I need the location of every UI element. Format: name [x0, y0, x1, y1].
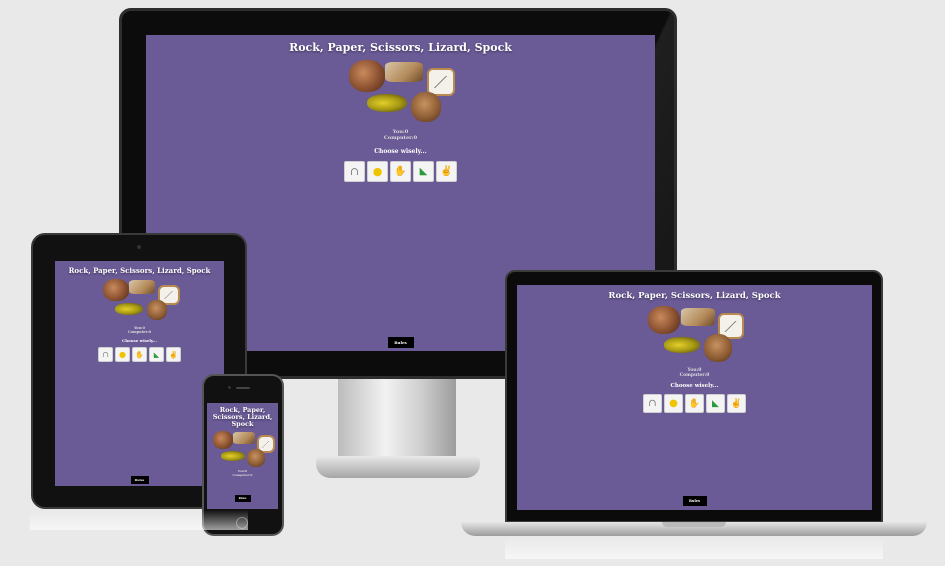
- responsive-mockup: Rock, Paper, Scissors, Lizard, Spock You…: [0, 0, 945, 566]
- phone-speaker: [236, 387, 250, 389]
- choose-prompt: Choose wisely...: [374, 147, 427, 155]
- monitor-stand: [338, 379, 456, 459]
- paper-button[interactable]: ✋: [685, 394, 704, 414]
- rules-button[interactable]: Rules: [682, 496, 707, 506]
- scissors-icon: ✌: [730, 398, 743, 409]
- rock-icon: ●: [669, 398, 678, 410]
- lizard-button[interactable]: ◣: [149, 347, 164, 363]
- rules-button[interactable]: Rules: [130, 476, 149, 484]
- spock-button[interactable]: ∩: [98, 347, 113, 363]
- lizard-button[interactable]: ◣: [413, 160, 434, 182]
- scissors-button[interactable]: ✌: [436, 160, 457, 182]
- lizard-icon: ◣: [712, 398, 719, 409]
- laptop-screen: Rock, Paper, Scissors, Lizard, Spock You…: [517, 285, 872, 510]
- monitor-stand-base: [316, 456, 480, 478]
- tablet-screen: Rock, Paper, Scissors, Lizard, Spock You…: [55, 261, 224, 486]
- game-title: Rock, Paper, Scissors, Lizard, Spock: [68, 266, 211, 275]
- rock-icon: ●: [372, 164, 383, 178]
- paper-button[interactable]: ✋: [132, 347, 147, 363]
- spock-icon: ∩: [102, 350, 109, 360]
- game-collage-image: [647, 306, 744, 362]
- game-title-mobile: Rock, Paper, Scissors, Lizard, Spock: [212, 406, 273, 429]
- rock-button[interactable]: ●: [115, 347, 130, 363]
- scissors-button[interactable]: ✌: [727, 394, 746, 414]
- tablet-camera: [137, 245, 141, 249]
- game-collage-image: [348, 60, 455, 122]
- lizard-icon: ◣: [419, 165, 428, 177]
- choose-prompt: Choose wisely...: [122, 338, 157, 344]
- scissors-icon: ✌: [169, 350, 178, 359]
- computer-score: Computer:0: [383, 134, 418, 141]
- spock-icon: ∩: [648, 398, 657, 410]
- choice-buttons: ∩ ● ✋ ◣ ✌: [55, 347, 224, 363]
- rules-button[interactable]: Rules: [387, 337, 414, 348]
- paper-icon: ✋: [688, 398, 701, 409]
- rock-button[interactable]: ●: [367, 160, 388, 182]
- scissors-button[interactable]: ✌: [166, 347, 181, 363]
- paper-icon: ✋: [394, 165, 407, 177]
- paper-icon: ✋: [135, 350, 144, 359]
- computer-score: Computer:0: [232, 472, 253, 477]
- paper-button[interactable]: ✋: [390, 160, 411, 182]
- rock-button[interactable]: ●: [664, 394, 683, 414]
- game-collage-image: [212, 431, 275, 468]
- game-title: Rock, Paper, Scissors, Lizard, Spock: [608, 291, 781, 301]
- game-title: Rock, Paper, Scissors, Lizard, Spock: [289, 41, 512, 54]
- lizard-icon: ◣: [153, 350, 160, 359]
- lizard-button[interactable]: ◣: [706, 394, 725, 414]
- choice-buttons: ∩ ● ✋ ◣ ✌: [517, 394, 872, 414]
- computer-score: Computer:0: [679, 373, 710, 379]
- choice-buttons: ∩ ● ✋ ◣ ✌: [146, 160, 655, 182]
- spock-button[interactable]: ∩: [344, 160, 365, 182]
- phone-screen: Rock, Paper, Scissors, Lizard, Spock You…: [207, 403, 278, 509]
- spock-button[interactable]: ∩: [643, 394, 662, 414]
- choose-prompt: Choose wisely...: [670, 383, 719, 390]
- rock-icon: ●: [119, 350, 126, 360]
- spock-icon: ∩: [349, 164, 360, 178]
- computer-score: Computer:0: [127, 330, 152, 335]
- game-collage-image: [102, 279, 180, 321]
- scissors-icon: ✌: [440, 165, 453, 177]
- rules-button[interactable]: Rules: [234, 495, 251, 502]
